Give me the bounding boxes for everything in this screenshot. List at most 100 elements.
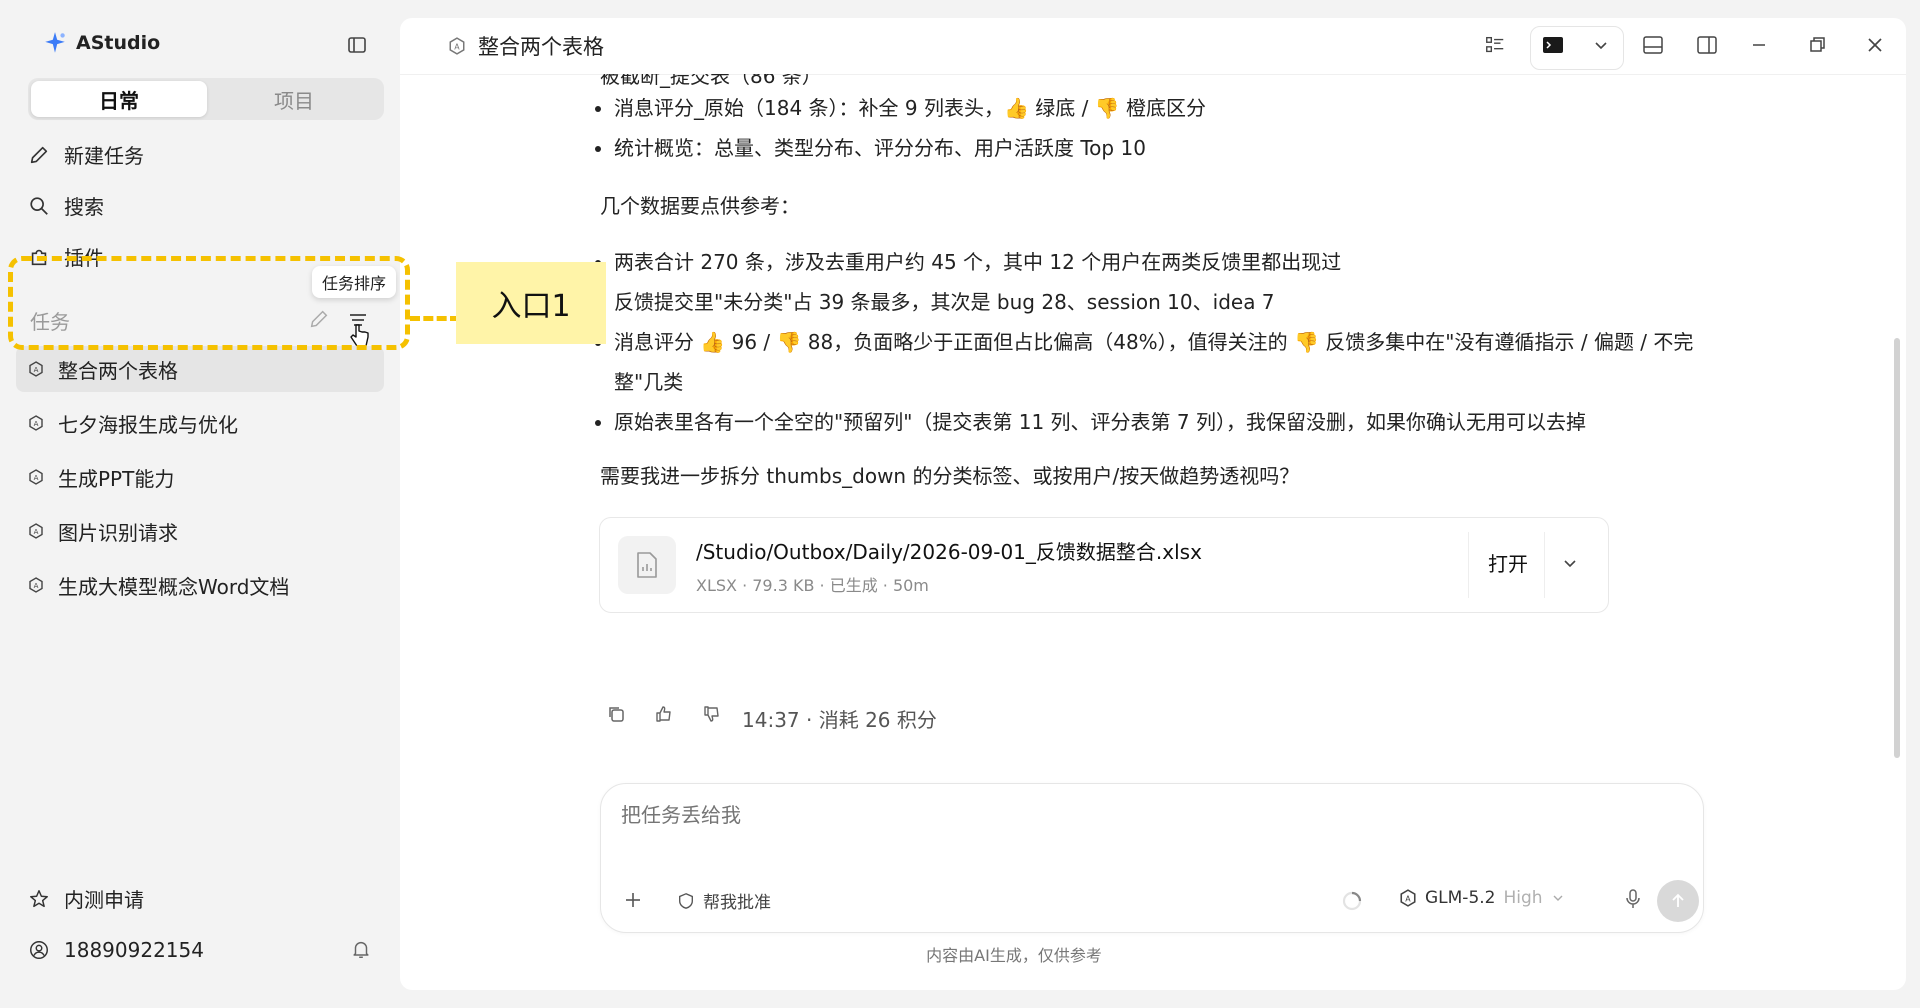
file-meta: XLSX · 79.3 KB · 已生成 · 50m (696, 576, 929, 595)
beta-request-button[interactable]: 内测申请 (28, 884, 144, 913)
agent-icon: A (29, 523, 43, 539)
page-title-text: 整合两个表格 (478, 35, 604, 59)
svg-text:A: A (1405, 894, 1411, 903)
loading-spinner-icon (1341, 890, 1363, 912)
svg-text:A: A (34, 474, 39, 482)
summary-list: 消息评分_原始（184 条）：补全 9 列表头，👍 绿底 / 👎 橙底区分 统计… (588, 88, 1724, 168)
agent-icon: A (29, 415, 43, 431)
callout-label: 入口1 (456, 262, 606, 344)
file-attachment-card[interactable]: /Studio/Outbox/Daily/2026-09-01_反馈数据整合.x… (599, 517, 1609, 613)
new-task-label: 新建任务 (64, 144, 144, 168)
user-icon (30, 941, 48, 959)
agent-icon: A (29, 469, 43, 485)
app-logo: AStudio (42, 30, 160, 56)
restore-icon[interactable] (1804, 32, 1830, 58)
scrollbar[interactable] (1894, 338, 1900, 758)
task-item[interactable]: A 整合两个表格 (16, 346, 384, 392)
search-button[interactable]: 搜索 (28, 191, 104, 220)
pencil-icon (30, 146, 48, 163)
task-item[interactable]: A 生成大模型概念Word文档 (16, 562, 384, 608)
arrow-up-icon (1672, 893, 1684, 907)
svg-text:A: A (34, 582, 39, 590)
bell-icon[interactable] (350, 938, 374, 962)
agent-icon: A (449, 37, 465, 55)
astudio-logo-icon (45, 32, 65, 53)
terminal-icon[interactable] (1540, 32, 1566, 58)
open-file-button[interactable]: 打开 (1488, 548, 1528, 577)
task-label: 生成大模型概念Word文档 (58, 574, 290, 599)
list-item: 反馈提交里"未分类"占 39 条最多，其次是 bug 28、session 10… (614, 282, 1724, 322)
approve-label: 帮我批准 (703, 893, 771, 913)
task-item[interactable]: A 生成PPT能力 (16, 454, 384, 500)
top-bar: A 整合两个表格 (400, 18, 1906, 75)
chevron-down-icon[interactable] (1588, 32, 1614, 58)
model-selector[interactable]: A GLM-5.2 High (1399, 888, 1565, 908)
task-label: 图片识别请求 (58, 520, 178, 545)
list-item: 消息评分 👍 96 / 👎 88，负面略少于正面但占比偏高（48%），值得关注的… (614, 322, 1724, 402)
page-title: A 整合两个表格 (448, 31, 604, 61)
approve-toggle[interactable]: 帮我批准 (677, 888, 771, 913)
plus-icon[interactable] (623, 890, 645, 912)
account-button[interactable]: 18890922154 (28, 938, 204, 962)
svg-text:A: A (34, 420, 39, 428)
divider (1544, 532, 1545, 598)
task-item[interactable]: A 图片识别请求 (16, 508, 384, 554)
highlight-box (8, 256, 410, 350)
notes-list: 两表合计 270 条，涉及去重用户约 45 个，其中 12 个用户在两类反馈里都… (588, 242, 1724, 442)
notes-intro: 几个数据要点供参考： (600, 194, 800, 218)
sidebar: AStudio 日常 项目 新建任务 搜索 插件 任务 任务排序 A 整合两个表… (0, 0, 400, 1008)
file-path: /Studio/Outbox/Daily/2026-09-01_反馈数据整合.x… (696, 540, 1202, 564)
app-name: AStudio (76, 32, 161, 54)
chevron-down-icon (1553, 895, 1563, 901)
list-item: 消息评分_原始（184 条）：补全 9 列表头，👍 绿底 / 👎 橙底区分 (614, 88, 1724, 128)
model-level: High (1503, 888, 1543, 908)
list-item: 原始表里各有一个全空的"预留列"（提交表第 11 列、评分表第 7 列），我保留… (614, 402, 1724, 442)
star-icon (30, 889, 48, 907)
agent-icon: A (29, 577, 43, 593)
truncated-line: 被截断_提交表（86 条） (600, 74, 822, 88)
thumbs-up-icon[interactable] (654, 704, 676, 726)
outline-icon[interactable] (1482, 32, 1508, 58)
file-icon (618, 536, 676, 594)
tab-daily[interactable]: 日常 (31, 81, 207, 117)
thumbs-down-icon[interactable] (702, 704, 724, 726)
mode-switch: 日常 项目 (28, 78, 384, 120)
task-label: 七夕海报生成与优化 (58, 412, 238, 437)
message-area: 被截断_提交表（86 条） 消息评分_原始（184 条）：补全 9 列表头，👍 … (400, 74, 1906, 794)
search-icon (30, 196, 48, 215)
beta-request-label: 内测申请 (64, 888, 144, 912)
panel-right-icon[interactable] (1694, 32, 1720, 58)
ai-disclaimer: 内容由AI生成，仅供参考 (926, 946, 1102, 965)
highlight-connector (410, 316, 460, 321)
agent-icon: A (29, 361, 43, 377)
copy-icon[interactable] (606, 704, 628, 726)
task-label: 整合两个表格 (58, 358, 178, 383)
send-button[interactable] (1657, 880, 1699, 922)
new-task-button[interactable]: 新建任务 (28, 140, 144, 169)
app-window: AStudio 日常 项目 新建任务 搜索 插件 任务 任务排序 A 整合两个表… (0, 0, 1920, 1008)
task-input[interactable] (619, 802, 1523, 828)
task-item[interactable]: A 七夕海报生成与优化 (16, 400, 384, 446)
chevron-down-icon[interactable] (1560, 553, 1582, 575)
svg-text:A: A (454, 42, 460, 51)
search-label: 搜索 (64, 195, 104, 219)
shield-icon (679, 892, 693, 909)
panel-bottom-icon[interactable] (1640, 32, 1666, 58)
sidebar-toggle-icon[interactable] (344, 32, 370, 58)
minimize-icon[interactable] (1746, 32, 1772, 58)
tab-projects[interactable]: 项目 (206, 81, 382, 117)
svg-text:A: A (34, 528, 39, 536)
close-icon[interactable] (1862, 32, 1888, 58)
message-footer: 14:37 · 消耗 26 积分 (742, 708, 937, 732)
list-item: 两表合计 270 条，涉及去重用户约 45 个，其中 12 个用户在两类反馈里都… (614, 242, 1724, 282)
composer: 帮我批准 A GLM-5.2 High (600, 783, 1704, 933)
divider (1468, 532, 1469, 598)
list-item: 统计概览：总量、类型分布、评分分布、用户活跃度 Top 10 (614, 128, 1724, 168)
main-panel: A 整合两个表格 被截断_提交表（86 条） • 消息评分_原始（184 条）：… (400, 18, 1906, 990)
model-name: GLM-5.2 (1425, 888, 1496, 908)
follow-up-question: 需要我进一步拆分 thumbs_down 的分类标签、或按用户/按天做趋势透视吗… (600, 464, 1300, 488)
microphone-icon[interactable] (1623, 888, 1645, 910)
task-label: 生成PPT能力 (58, 466, 175, 491)
agent-icon: A (1400, 889, 1416, 907)
account-label: 18890922154 (64, 938, 204, 962)
